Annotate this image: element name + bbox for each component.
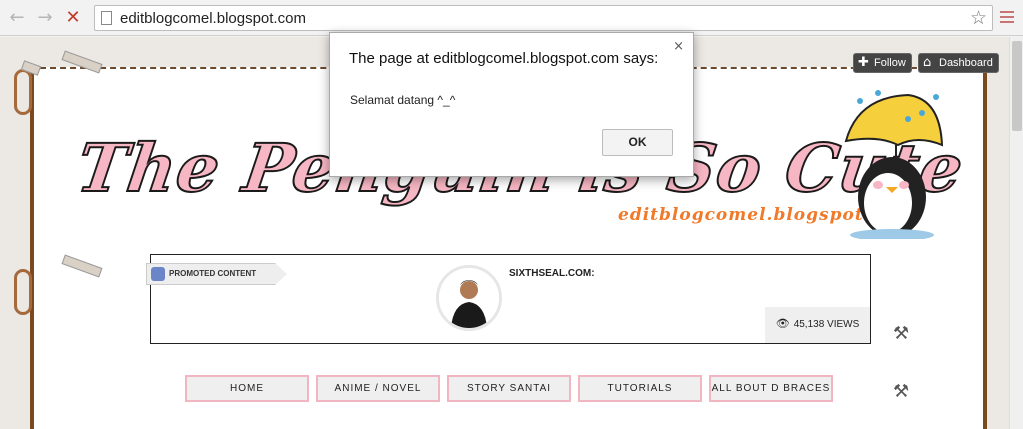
ok-button[interactable]: OK [602,129,673,156]
binder-clip-icon [14,69,32,115]
view-count-label: 45,138 VIEWS [793,319,860,330]
promoted-content-box[interactable]: PROMOTED CONTENT SIXTHSEAL.COM: 👁 45,138 … [146,254,871,344]
follow-button[interactable]: ✚ Follow [853,53,912,73]
plus-icon: ✚ [858,55,869,70]
edit-tools-icon[interactable]: ⚒ [893,323,909,344]
alert-dialog: × The page at editblogcomel.blogspot.com… [329,32,694,177]
view-count: 👁 45,138 VIEWS [765,307,870,343]
promoted-content-label: PROMOTED CONTENT [169,269,257,278]
address-bar[interactable]: editblogcomel.blogspot.com ☆ [94,5,993,31]
close-icon[interactable]: × [673,39,684,54]
binder-clip-icon [14,269,32,315]
tab-anime-novel[interactable]: ANIME / NOVEL [316,375,440,402]
dialog-heading: The page at editblogcomel.blogspot.com s… [349,50,659,67]
tab-all-bout-d-braces[interactable]: ALL BOUT D BRACES [709,375,833,402]
tab-tutorials[interactable]: TUTORIALS [578,375,702,402]
home-icon: ⌂ [923,55,932,70]
tab-home[interactable]: HOME [185,375,309,402]
page-icon [101,11,112,25]
dashboard-button[interactable]: ⌂ Dashboard [918,53,999,73]
menu-tabs: HOME ANIME / NOVEL STORY SANTAI TUTORIAL… [185,375,840,402]
penguin-umbrella-icon [844,90,944,239]
forward-icon[interactable]: → [34,7,56,29]
tab-story-santai[interactable]: STORY SANTAI [447,375,571,402]
back-icon[interactable]: ← [6,7,28,29]
promo-source[interactable]: SIXTHSEAL.COM: [509,268,595,279]
dashboard-label: Dashboard [939,57,993,69]
scrollbar[interactable] [1009,37,1023,429]
person-photo [439,268,499,328]
follow-label: Follow [874,57,906,69]
promoted-content-tag: PROMOTED CONTENT [146,263,287,285]
url-text[interactable]: editblogcomel.blogspot.com [120,10,306,27]
stop-icon[interactable]: ✕ [62,7,84,29]
menu-icon[interactable] [1000,11,1014,26]
bookmark-star-icon[interactable]: ☆ [970,7,987,29]
dialog-message: Selamat datang ^_^ [350,93,456,107]
eye-icon: 👁 [775,317,790,330]
scrollbar-thumb[interactable] [1012,41,1022,131]
promo-logo-icon [151,267,165,281]
browser-toolbar: ← → ✕ editblogcomel.blogspot.com ☆ [0,0,1023,36]
avatar[interactable] [436,265,502,331]
edit-tools-icon[interactable]: ⚒ [893,381,909,402]
